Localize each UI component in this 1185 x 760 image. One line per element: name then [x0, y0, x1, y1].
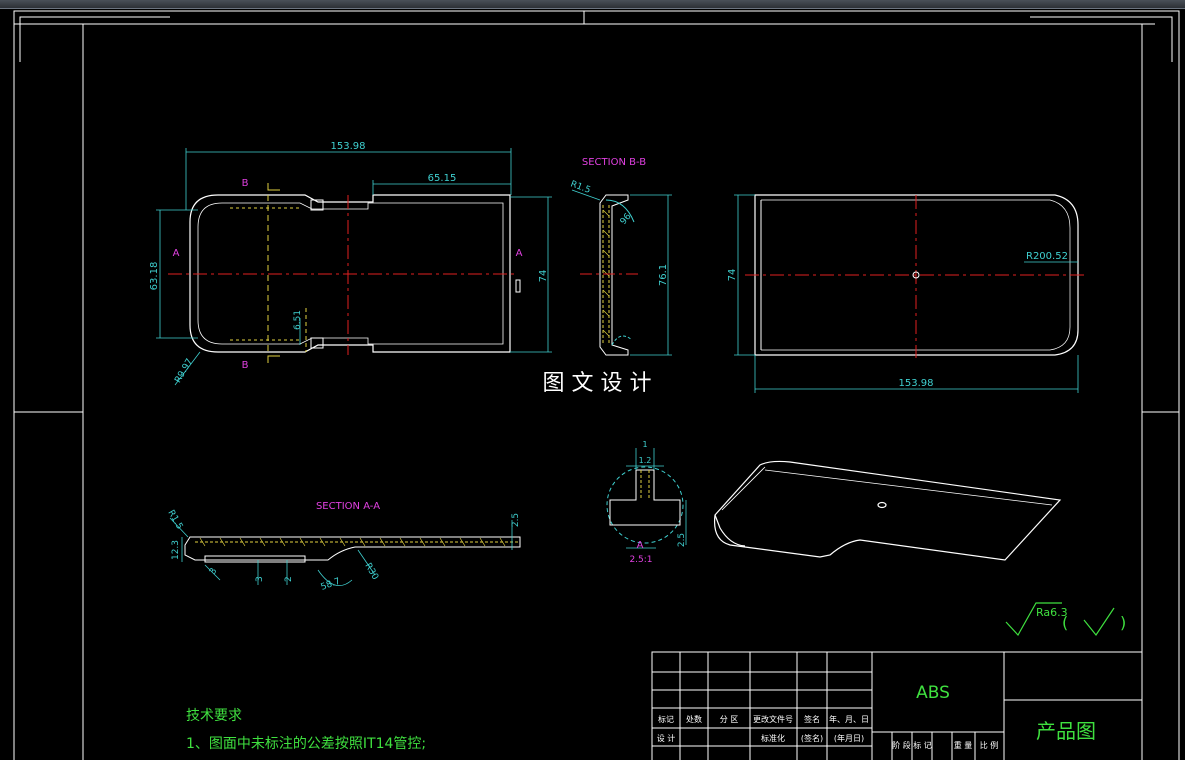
detail-label: A	[637, 540, 644, 551]
tb-row1-col4: 更改文件号	[753, 714, 793, 724]
surface-paren-open: (	[1062, 613, 1068, 632]
side-dim-height: 74	[727, 269, 738, 282]
section-label-b-bottom: B	[242, 360, 249, 371]
top-dim-width: 153.98	[331, 141, 366, 152]
cad-drawing-canvas[interactable]: 153.98 65.15 63.18 74 6.51 R9.97 A A B B…	[0, 0, 1185, 760]
tb-row1-col3: 分 区	[720, 715, 739, 724]
tb-row1-col5: 签名	[804, 714, 820, 724]
tb-row2-col5: (签名)	[801, 733, 823, 743]
tb-row1-col6: 年、月、日	[829, 714, 869, 724]
section-bb-angle: 96	[619, 212, 634, 227]
section-aa-radius: R1.5	[165, 509, 184, 532]
drawing-watermark-title: 图 文 设 计	[543, 371, 652, 396]
surface-finish-symbol: Ra6.3 ( )	[1005, 602, 1126, 637]
tb-weight-label: 重 量	[954, 740, 973, 750]
tb-row2-col4: 标准化	[761, 733, 785, 743]
section-bb-title: SECTION B-B	[582, 157, 646, 168]
tb-row2-col1: 设 计	[657, 733, 676, 743]
isometric-view	[713, 460, 1062, 561]
tech-requirements: 技术要求 1、图面中未标注的公差按照IT14管控;	[186, 708, 426, 752]
section-aa-r30: R30	[362, 562, 380, 583]
top-dim-inner-height: 63.18	[149, 262, 160, 291]
side-view: 74 R200.52 153.98	[727, 194, 1085, 393]
top-view: 153.98 65.15 63.18 74 6.51 R9.97 A A B B	[149, 141, 552, 386]
tb-row1-col2: 处数	[686, 714, 702, 724]
section-aa-height: 12.3	[171, 540, 181, 560]
detail-a-view: 1 1.2 2.5 A 2.5:1	[606, 440, 687, 565]
top-dim-partial: 65.15	[428, 173, 457, 184]
detail-top-dim: 1	[642, 440, 647, 449]
surface-paren-close: )	[1120, 613, 1126, 632]
tb-drawing-name: 产品图	[1036, 719, 1096, 743]
section-aa-dim-3b: 3	[255, 576, 265, 582]
section-label-b-top: B	[242, 178, 249, 189]
tb-row2-col6: (年月日)	[834, 733, 864, 743]
side-dim-radius: R200.52	[1026, 251, 1068, 262]
top-dim-small: 6.51	[293, 310, 303, 330]
tb-material: ABS	[916, 683, 950, 703]
section-aa-thickness: 2.5	[511, 513, 521, 527]
section-aa-angle: 58.7	[320, 577, 342, 593]
section-aa-dim-3a: 3	[208, 567, 220, 577]
top-dim-radius: R9.97	[173, 357, 195, 385]
tech-item-1: 1、图面中未标注的公差按照IT14管控;	[186, 736, 426, 752]
section-aa-view: SECTION A-A R1.5 2.5 12.3 3 3 2 58.7 R30	[165, 501, 521, 593]
detail-top-dim2: 1.2	[639, 456, 652, 465]
tb-stage-label: 阶 段 标 记	[892, 740, 932, 750]
tb-scale-label: 比 例	[980, 740, 999, 750]
title-block: 标记 处数 分 区 更改文件号 签名 年、月、日 设 计 标准化 (签名) (年…	[651, 651, 1143, 760]
section-bb-height: 76.1	[658, 264, 669, 286]
section-aa-dim-2: 2	[284, 576, 294, 582]
top-dim-outer-height: 74	[538, 270, 549, 283]
tech-heading: 技术要求	[186, 708, 242, 724]
section-bb-view: SECTION B-B R1.5 96 76.1	[569, 157, 672, 356]
section-label-a-left: A	[173, 248, 180, 259]
section-aa-title: SECTION A-A	[316, 501, 380, 512]
section-label-a-right: A	[516, 248, 523, 259]
tb-row1-col1: 标记	[658, 714, 674, 724]
detail-scale: 2.5:1	[629, 555, 652, 565]
side-dim-width: 153.98	[899, 378, 934, 389]
detail-right-dim: 2.5	[677, 533, 687, 547]
